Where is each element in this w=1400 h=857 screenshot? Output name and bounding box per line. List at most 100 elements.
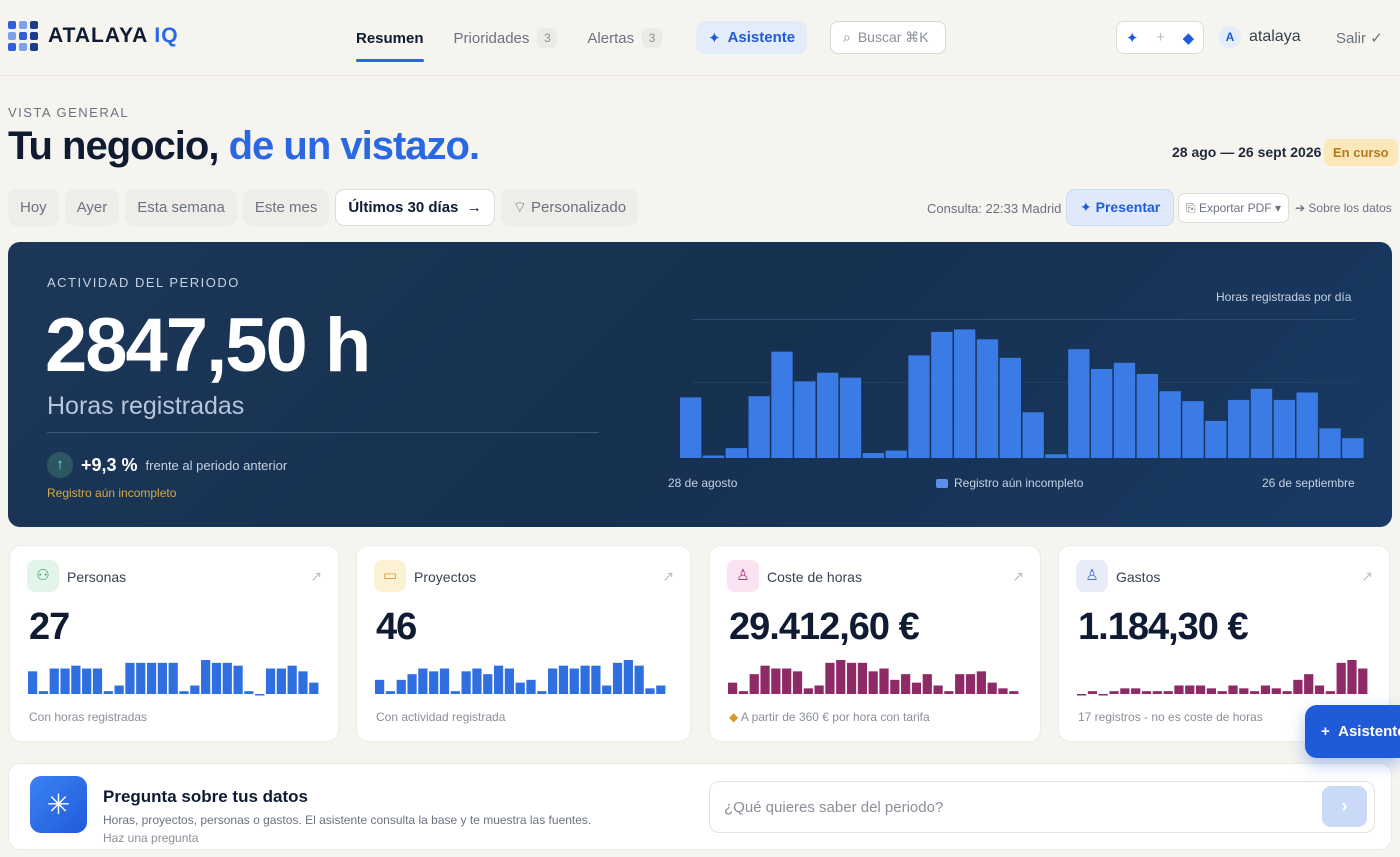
quick-actions: ✦ + ◆ — [1116, 21, 1204, 54]
sparkline-bar — [222, 662, 232, 694]
diamond-icon[interactable]: ◆ — [1183, 29, 1195, 47]
sparkline-bar — [1271, 688, 1281, 694]
kpi-footer: ◆ A partir de 360 € por hora con tarifa — [729, 710, 930, 724]
sparkline-bar — [1325, 691, 1335, 694]
sparkline-bar — [201, 660, 211, 694]
sparkline-bar — [645, 688, 655, 694]
chart-bar — [1228, 399, 1250, 458]
sparkline-bar — [450, 691, 460, 694]
kpi-card-coste-de-horas[interactable]: ♙ Coste de horas ↗ 29.412,60 € ◆ A parti… — [709, 545, 1041, 742]
export-pdf-button[interactable]: ⎘ Exportar PDF ▾ — [1178, 193, 1290, 223]
brand-name: ATALAYA IQ — [48, 24, 179, 47]
chart-bar — [748, 396, 770, 458]
sparkline-bar — [1314, 685, 1325, 694]
nav-tab-alertas[interactable]: Alertas 3 — [587, 24, 663, 52]
ask-input[interactable] — [709, 781, 1375, 833]
sparkline-bar — [1087, 691, 1098, 694]
kpi-footer: 17 registros - no es coste de horas — [1078, 710, 1263, 724]
arrow-right-icon: → — [466, 199, 482, 216]
sparkline — [728, 660, 1019, 694]
chart-bar — [725, 448, 747, 458]
expand-icon[interactable]: ↗ — [1012, 568, 1024, 585]
period-activity-panel: ACTIVIDAD DEL PERIODO 2847,50 h Horas re… — [8, 242, 1392, 527]
brand-logo[interactable]: ATALAYA IQ — [8, 21, 179, 51]
present-button[interactable]: ✦ Presentar — [1066, 189, 1175, 226]
sparkline-bar — [548, 668, 558, 694]
chart-bar — [1091, 368, 1113, 458]
about-data-link[interactable]: ➔ Sobre los datos — [1295, 201, 1392, 215]
sparkline-bar — [965, 674, 976, 694]
sparkline-bar — [157, 662, 167, 694]
sparkline-bar — [493, 665, 504, 694]
period-filters: Hoy Ayer Esta semana Este mes Últimos 30… — [8, 189, 639, 227]
sparkline-bar — [375, 679, 385, 694]
filter-ultimos-30-dias[interactable]: Últimos 30 días → — [335, 189, 495, 226]
filter-este-mes[interactable]: Este mes — [242, 189, 330, 226]
sparkline-bar — [656, 685, 666, 694]
panel-eyebrow: ACTIVIDAD DEL PERIODO — [47, 275, 240, 290]
logo-grid-icon — [8, 21, 38, 51]
axis-mid-label: Registro aún incompleto — [936, 476, 1083, 490]
sparkline-bar — [483, 674, 493, 694]
sparkline-bar — [233, 665, 243, 694]
main-nav: Resumen Prioridades 3 Alertas 3 — [356, 24, 692, 62]
chart-title: Horas registradas por día — [1216, 290, 1352, 304]
chart-bar — [702, 455, 725, 458]
expand-icon[interactable]: ↗ — [662, 568, 674, 585]
assistant-button[interactable]: ✦ Asistente — [696, 21, 808, 54]
sparkle-icon: ✦ — [708, 29, 721, 47]
sparkline-bar — [461, 671, 471, 694]
send-button[interactable]: › — [1322, 786, 1367, 827]
sparkle-icon: ✦ — [1080, 199, 1092, 215]
nav-tab-label: Prioridades — [453, 29, 530, 47]
axis-start-label: 28 de agosto — [668, 476, 738, 490]
nav-tab-resumen[interactable]: Resumen — [356, 24, 424, 62]
nav-tab-label: Resumen — [356, 29, 424, 47]
trend-text: frente al periodo anterior — [145, 457, 288, 473]
assistant-label: Asistente — [727, 29, 796, 46]
filter-hoy[interactable]: Hoy — [8, 189, 59, 226]
kpi-title: Personas — [67, 569, 127, 585]
sparkline-bar — [803, 688, 813, 694]
sparkline-bar — [825, 662, 835, 694]
chart-bar — [1296, 392, 1318, 458]
sparkline-bar — [287, 665, 297, 694]
logout-button[interactable]: Salir ✓ — [1336, 29, 1383, 47]
date-range: 28 ago — 26 sept 2026 — [1172, 144, 1322, 160]
kpi-card-proyectos[interactable]: ▭ Proyectos ↗ 46 Con actividad registrad… — [356, 545, 691, 742]
sparkline-bar — [396, 679, 406, 694]
sparkline-bar — [1228, 685, 1238, 694]
chart-bar — [817, 372, 839, 458]
sparkline-bar — [1304, 674, 1314, 694]
chart-bar — [1250, 388, 1273, 458]
kpi-value: 27 — [29, 606, 70, 648]
sparkline-bar — [71, 665, 81, 694]
ask-description: Horas, proyectos, personas o gastos. El … — [103, 813, 592, 827]
filter-ayer[interactable]: Ayer — [64, 189, 120, 226]
sparkle-icon[interactable]: ✦ — [1126, 29, 1139, 47]
expand-icon[interactable]: ↗ — [1361, 568, 1373, 585]
sparkline-bar — [1009, 691, 1019, 694]
sparkline-bar — [987, 682, 997, 694]
export-icon: ⎘ — [1186, 201, 1196, 215]
kpi-card-personas[interactable]: ⚇ Personas ↗ 27 Con horas registradas — [9, 545, 339, 742]
sparkline-bar — [1141, 691, 1152, 694]
search-button[interactable]: ⌕ Buscar ⌘K — [830, 21, 946, 54]
user-menu[interactable]: A atalaya — [1219, 26, 1301, 48]
nav-tab-prioridades[interactable]: Prioridades 3 — [454, 24, 558, 52]
chart-bar — [680, 397, 702, 458]
nav-tab-label: Alertas — [587, 29, 635, 47]
plus-icon[interactable]: + — [1156, 29, 1165, 46]
chart-bar — [1136, 373, 1158, 458]
sparkline-bar — [890, 679, 900, 694]
sparkline-bar — [38, 691, 49, 694]
sparkline-bar — [782, 668, 792, 694]
sparkline-bar — [1185, 685, 1195, 694]
filter-esta-semana[interactable]: Esta semana — [125, 189, 237, 226]
divider — [47, 432, 599, 433]
trend-value: +9,3 % — [81, 454, 138, 475]
filter-personalizado[interactable]: ⌔ Personalizado — [500, 189, 639, 226]
floating-assistant-button[interactable]: + Asistente — [1305, 705, 1400, 758]
chart-bar — [954, 329, 976, 458]
expand-icon[interactable]: ↗ — [310, 568, 322, 585]
